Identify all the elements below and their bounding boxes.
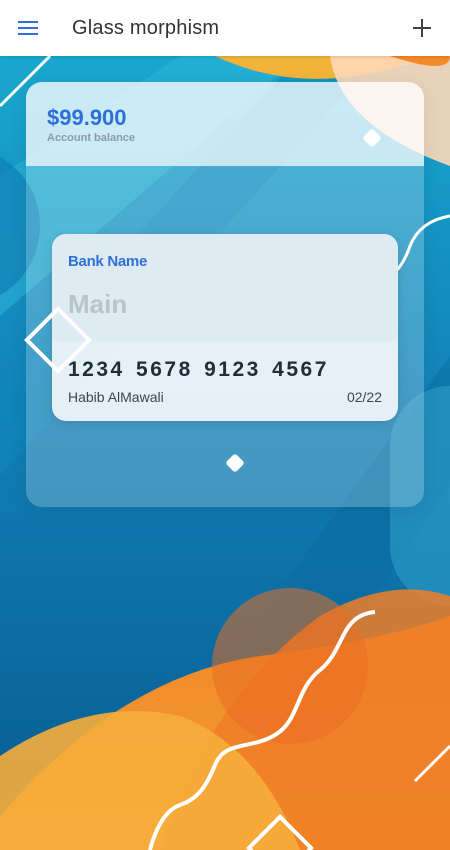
card-header bbox=[52, 234, 398, 341]
account-balance: $99.900 bbox=[47, 105, 127, 130]
add-button[interactable] bbox=[408, 14, 436, 42]
plus-icon bbox=[413, 19, 431, 37]
balance-section: $99.900 Account balance bbox=[26, 82, 424, 166]
menu-button[interactable] bbox=[14, 14, 42, 42]
card-expiry: 02/22 bbox=[346, 389, 382, 405]
card-type: Main bbox=[68, 289, 128, 319]
card-number: 1234 5678 9123 4567 bbox=[68, 358, 329, 381]
page-title: Glass morphism bbox=[72, 17, 220, 39]
bank-card[interactable]: Bank Name Main 1234 5678 9123 4567 Habib… bbox=[52, 234, 398, 421]
bank-name: Bank Name bbox=[68, 253, 148, 270]
menu-icon bbox=[18, 21, 38, 35]
account-balance-label: Account balance bbox=[47, 132, 136, 144]
app-bar: Glass morphism bbox=[0, 0, 450, 56]
card-holder: Habib AlMawali bbox=[68, 389, 164, 405]
